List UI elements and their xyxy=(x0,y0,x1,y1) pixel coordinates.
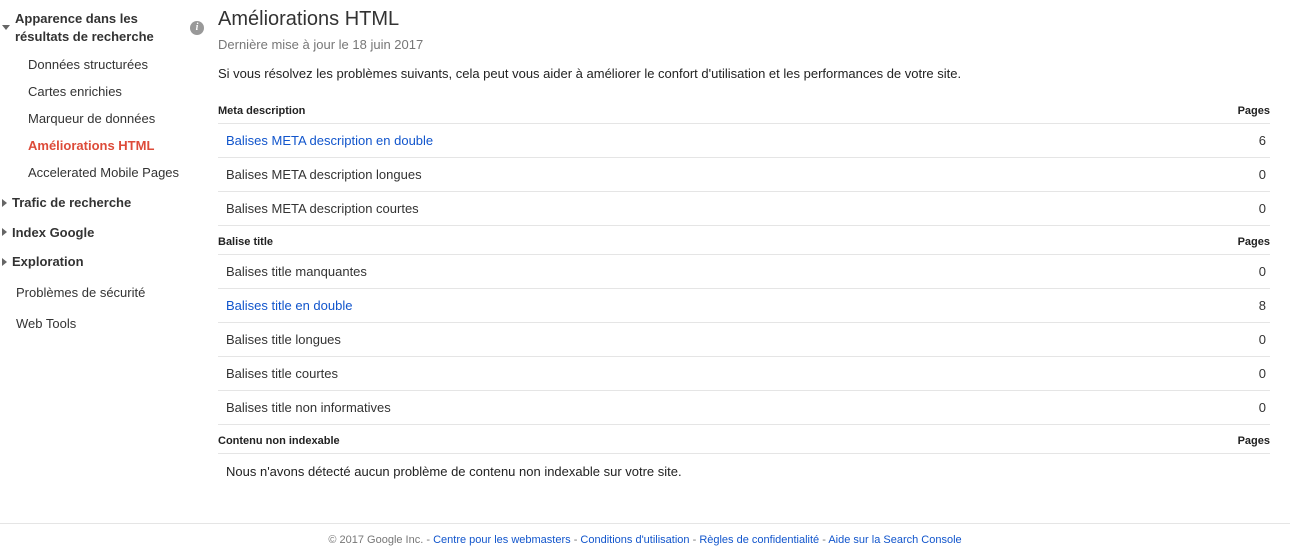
nav-section-appearance[interactable]: Apparence dans les résultats de recherch… xyxy=(0,4,210,51)
sidebar-item-security[interactable]: Problèmes de sécurité xyxy=(0,277,210,308)
issue-row: Balises META description courtes 0 xyxy=(218,192,1270,226)
sidebar: Apparence dans les résultats de recherch… xyxy=(0,0,210,495)
section-header-nonindexable: Contenu non indexable Pages xyxy=(218,425,1270,454)
issue-label: Balises title courtes xyxy=(226,366,1259,381)
nav-sub-list: Données structurées Cartes enrichies Mar… xyxy=(0,51,210,186)
issue-count: 8 xyxy=(1259,298,1266,313)
sidebar-item-rich-cards[interactable]: Cartes enrichies xyxy=(28,78,210,105)
info-icon[interactable]: i xyxy=(190,21,204,35)
issue-row: Balises title courtes 0 xyxy=(218,357,1270,391)
issue-count: 0 xyxy=(1259,264,1266,279)
caret-right-icon xyxy=(2,228,7,236)
no-issues-note: Nous n'avons détecté aucun problème de c… xyxy=(218,454,1270,495)
sidebar-item-amp[interactable]: Accelerated Mobile Pages xyxy=(28,159,210,186)
section-header-title: Balise title Pages xyxy=(218,226,1270,255)
issue-count: 0 xyxy=(1259,400,1266,415)
issue-count: 6 xyxy=(1259,133,1266,148)
issue-label: Balises title longues xyxy=(226,332,1259,347)
issue-count: 0 xyxy=(1259,167,1266,182)
pages-column-label: Pages xyxy=(1238,105,1270,117)
caret-right-icon xyxy=(2,199,7,207)
issue-label: Balises title manquantes xyxy=(226,264,1259,279)
issue-row[interactable]: Balises META description en double 6 xyxy=(218,124,1270,158)
intro-text: Si vous résolvez les problèmes suivants,… xyxy=(218,66,1270,95)
footer-link-webmasters[interactable]: Centre pour les webmasters xyxy=(433,534,571,546)
issue-row: Balises title manquantes 0 xyxy=(218,255,1270,289)
pages-column-label: Pages xyxy=(1238,236,1270,248)
issue-label: Balises META description en double xyxy=(226,133,1259,148)
issue-label: Balises title non informatives xyxy=(226,400,1259,415)
page-title: Améliorations HTML xyxy=(218,0,1270,37)
nav-section-label: Apparence dans les résultats de recherch… xyxy=(15,10,186,45)
issue-row[interactable]: Balises title en double 8 xyxy=(218,289,1270,323)
nav-section-search-traffic[interactable]: Trafic de recherche xyxy=(0,188,210,218)
issue-count: 0 xyxy=(1259,332,1266,347)
issue-label: Balises META description longues xyxy=(226,167,1259,182)
caret-right-icon xyxy=(2,258,7,266)
pages-column-label: Pages xyxy=(1238,435,1270,447)
issue-label: Balises META description courtes xyxy=(226,201,1259,216)
sidebar-item-structured-data[interactable]: Données structurées xyxy=(28,51,210,78)
nav-section-google-index[interactable]: Index Google xyxy=(0,218,210,248)
last-updated: Dernière mise à jour le 18 juin 2017 xyxy=(218,37,1270,66)
footer-link-terms[interactable]: Conditions d'utilisation xyxy=(580,534,689,546)
sidebar-item-data-marker[interactable]: Marqueur de données xyxy=(28,105,210,132)
nav-section-label: Index Google xyxy=(12,224,204,242)
issue-row: Balises META description longues 0 xyxy=(218,158,1270,192)
section-title: Contenu non indexable xyxy=(218,435,340,447)
footer-link-help[interactable]: Aide sur la Search Console xyxy=(828,534,961,546)
issue-row: Balises title longues 0 xyxy=(218,323,1270,357)
footer-copyright: © 2017 Google Inc. xyxy=(328,534,423,546)
section-title: Meta description xyxy=(218,105,305,117)
issue-label: Balises title en double xyxy=(226,298,1259,313)
issue-count: 0 xyxy=(1259,201,1266,216)
nav-section-crawl[interactable]: Exploration xyxy=(0,247,210,277)
footer-link-privacy[interactable]: Règles de confidentialité xyxy=(699,534,819,546)
caret-down-icon xyxy=(2,25,10,30)
nav-section-label: Exploration xyxy=(12,253,204,271)
main-content: Améliorations HTML Dernière mise à jour … xyxy=(210,0,1290,495)
sidebar-item-html-improvements[interactable]: Améliorations HTML xyxy=(28,132,210,159)
footer: © 2017 Google Inc. - Centre pour les web… xyxy=(0,523,1290,546)
section-title: Balise title xyxy=(218,236,273,248)
sidebar-item-web-tools[interactable]: Web Tools xyxy=(0,308,210,339)
nav-section-label: Trafic de recherche xyxy=(12,194,204,212)
issue-row: Balises title non informatives 0 xyxy=(218,391,1270,425)
issue-count: 0 xyxy=(1259,366,1266,381)
section-header-meta: Meta description Pages xyxy=(218,95,1270,124)
